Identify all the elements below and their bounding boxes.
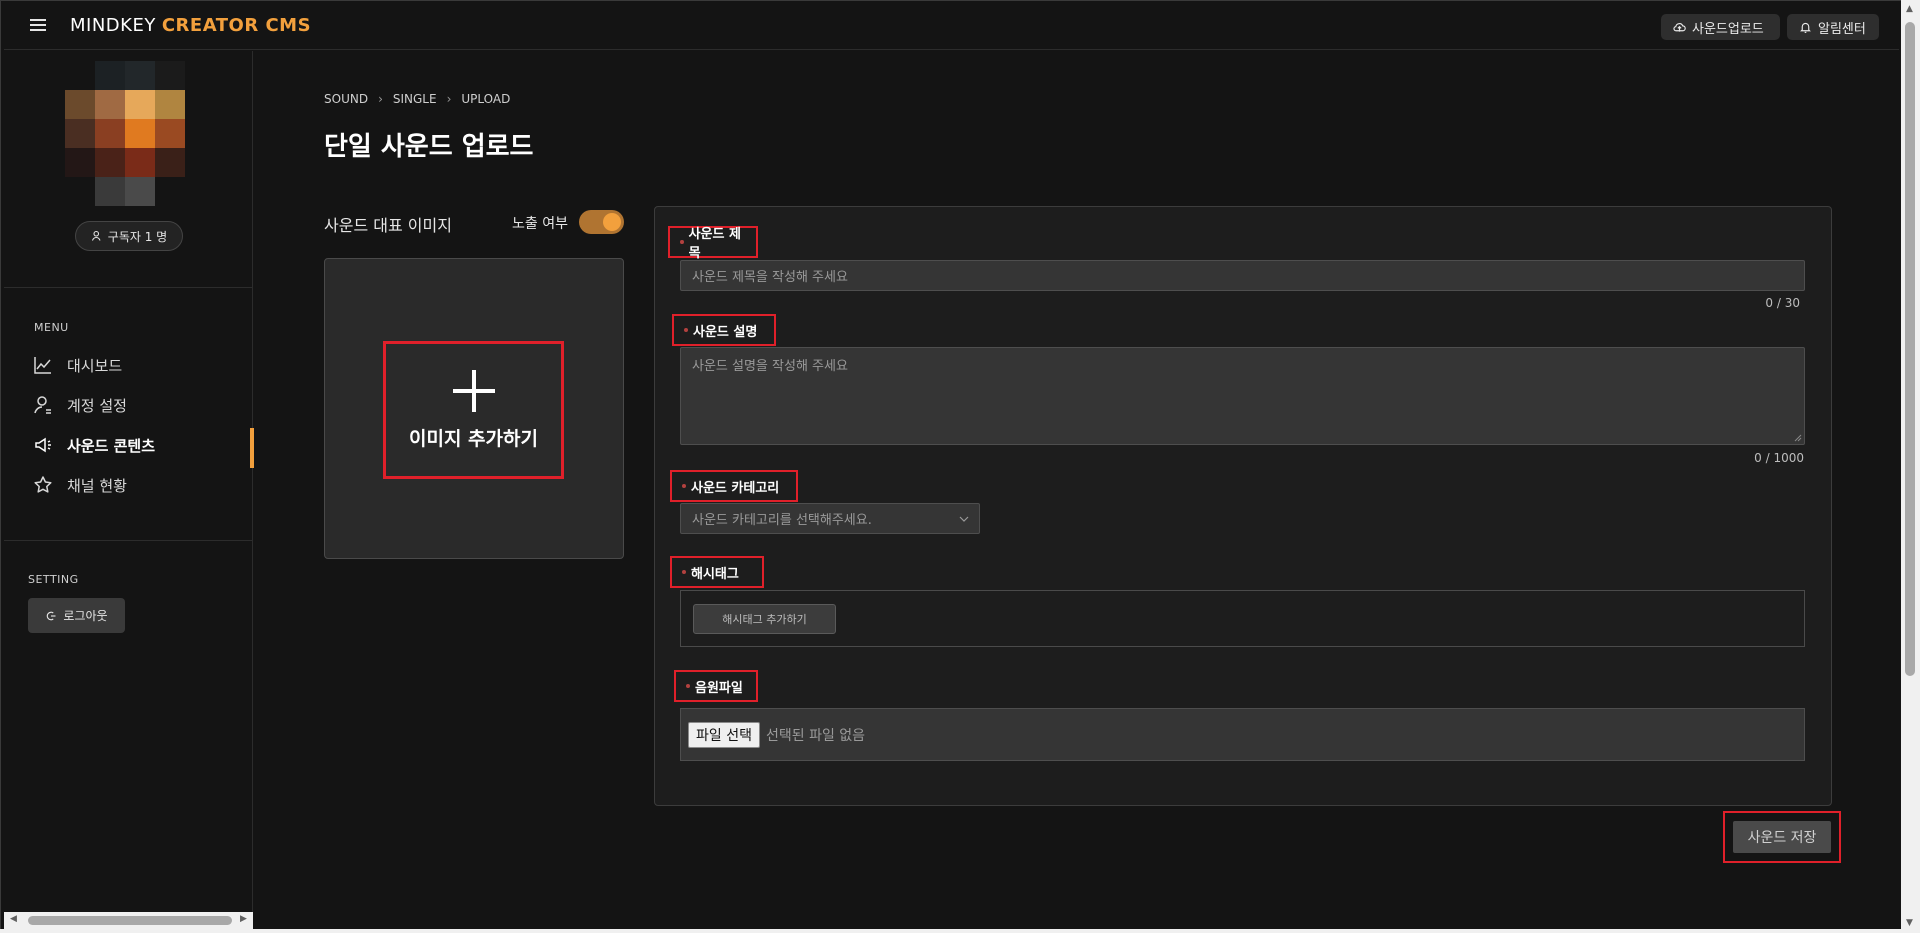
scroll-right-icon[interactable]: ▶ [240, 914, 247, 924]
sound-description-textarea[interactable]: 사운드 설명을 작성해 주세요 [680, 347, 1805, 445]
choose-file-button[interactable]: 파일 선택 [688, 721, 760, 748]
required-dot-icon [682, 570, 686, 574]
vertical-scrollbar-thumb[interactable] [1905, 22, 1915, 676]
description-char-counter: 0 / 1000 [1754, 451, 1804, 465]
logout-label: 로그아웃 [63, 609, 108, 623]
add-image-button[interactable]: 이미지 추가하기 [383, 341, 564, 479]
hashtag-label-text: 해시태그 [691, 566, 739, 582]
chevron-down-icon [959, 516, 969, 522]
logout-icon [47, 611, 56, 620]
audio-file-label-text: 음원파일 [695, 680, 743, 696]
avatar[interactable] [65, 61, 185, 206]
speaker-icon [35, 437, 51, 453]
audio-file-input[interactable]: 파일 선택 선택된 파일 없음 [680, 708, 1805, 761]
cloud-upload-icon [1673, 22, 1686, 32]
required-dot-icon [682, 484, 686, 488]
save-sound-button[interactable]: 사운드 저장 [1733, 821, 1831, 853]
description-label-text: 사운드 설명 [693, 324, 758, 340]
image-section-label: 사운드 대표 이미지 [324, 216, 452, 235]
sound-upload-label: 사운드업로드 [1692, 21, 1764, 37]
breadcrumb: SOUND › SINGLE › UPLOAD [324, 92, 510, 106]
breadcrumb-item[interactable]: SOUND [324, 92, 368, 106]
menu-section-label: MENU [34, 321, 69, 334]
required-dot-icon [680, 240, 684, 244]
title-label-text: 사운드 제목 [688, 227, 741, 261]
add-hashtag-button[interactable]: 해시태그 추가하기 [693, 604, 836, 634]
subscriber-count: 구독자 1 명 [107, 229, 168, 244]
sound-category-select[interactable]: 사운드 카테고리를 선택해주세요. [680, 503, 980, 534]
sidebar-item-label: 계정 설정 [67, 396, 127, 415]
audio-file-field-label: 음원파일 [674, 670, 758, 702]
scroll-up-icon[interactable]: ▲ [1906, 4, 1915, 14]
horizontal-scrollbar[interactable]: ◀ ▶ [4, 912, 253, 929]
title-char-counter: 0 / 30 [1765, 296, 1800, 310]
page-title: 단일 사운드 업로드 [324, 132, 534, 162]
bell-icon [1800, 22, 1811, 33]
save-button-highlight: 사운드 저장 [1723, 811, 1841, 863]
chart-line-icon [34, 357, 51, 374]
logout-button[interactable]: 로그아웃 [28, 598, 125, 633]
top-bar: MINDKEY CREATOR CMS 사운드업로드 알림센터 [4, 4, 1899, 50]
sidebar-item-label: 사운드 콘텐츠 [67, 436, 156, 455]
category-select-value: 사운드 카테고리를 선택해주세요. [692, 513, 872, 528]
expose-toggle[interactable] [579, 210, 624, 234]
add-image-label: 이미지 추가하기 [409, 427, 538, 450]
notification-center-button[interactable]: 알림센터 [1787, 14, 1879, 40]
sidebar: 구독자 1 명 MENU 대시보드 계정 설정 사운드 콘텐츠 채널 현황 SE… [4, 51, 254, 921]
sidebar-divider [4, 540, 253, 541]
breadcrumb-separator-icon: › [378, 92, 383, 106]
sidebar-item-label: 채널 현황 [67, 476, 127, 495]
sidebar-item-label: 대시보드 [67, 356, 123, 375]
notification-center-label: 알림센터 [1818, 21, 1866, 37]
scroll-down-icon[interactable]: ▼ [1906, 918, 1915, 928]
category-label-text: 사운드 카테고리 [691, 480, 780, 496]
breadcrumb-item[interactable]: SINGLE [393, 92, 437, 106]
category-field-label: 사운드 카테고리 [670, 470, 798, 502]
hashtag-container [680, 590, 1805, 647]
horizontal-scrollbar-thumb[interactable] [28, 916, 232, 925]
window-bottom-edge [0, 929, 1920, 933]
user-icon [91, 230, 101, 241]
sound-upload-button[interactable]: 사운드업로드 [1661, 14, 1780, 40]
sidebar-item-channel-status[interactable]: 채널 현황 [4, 468, 253, 502]
scroll-left-icon[interactable]: ◀ [10, 914, 17, 924]
user-settings-icon [34, 396, 51, 414]
title-field-label: 사운드 제목 [668, 226, 758, 261]
description-field-label: 사운드 설명 [672, 314, 776, 346]
sidebar-item-sound-content[interactable]: 사운드 콘텐츠 [4, 428, 254, 468]
plus-icon [452, 369, 495, 412]
breadcrumb-separator-icon: › [446, 92, 452, 106]
brand-logo[interactable]: MINDKEY CREATOR CMS [70, 15, 311, 36]
required-dot-icon [686, 684, 690, 688]
sidebar-item-account-settings[interactable]: 계정 설정 [4, 388, 253, 422]
required-dot-icon [684, 328, 688, 332]
brand-accent: CREATOR CMS [161, 15, 312, 36]
star-icon [34, 476, 52, 493]
vertical-scrollbar[interactable]: ▲ ▼ [1901, 0, 1920, 933]
sidebar-item-dashboard[interactable]: 대시보드 [4, 348, 253, 382]
resize-handle-icon[interactable] [1793, 433, 1802, 442]
file-status-text: 선택된 파일 없음 [765, 727, 866, 744]
hamburger-menu-icon[interactable] [30, 16, 50, 36]
sidebar-divider [4, 287, 253, 288]
hashtag-field-label: 해시태그 [670, 556, 764, 588]
subscriber-count-badge: 구독자 1 명 [75, 221, 183, 251]
breadcrumb-item[interactable]: UPLOAD [461, 92, 510, 106]
setting-section-label: SETTING [28, 573, 79, 586]
brand-primary: MINDKEY [70, 15, 156, 36]
sound-title-input[interactable]: 사운드 제목을 작성해 주세요 [680, 260, 1805, 291]
toggle-knob [603, 213, 621, 231]
expose-toggle-label: 노출 여부 [512, 216, 568, 232]
